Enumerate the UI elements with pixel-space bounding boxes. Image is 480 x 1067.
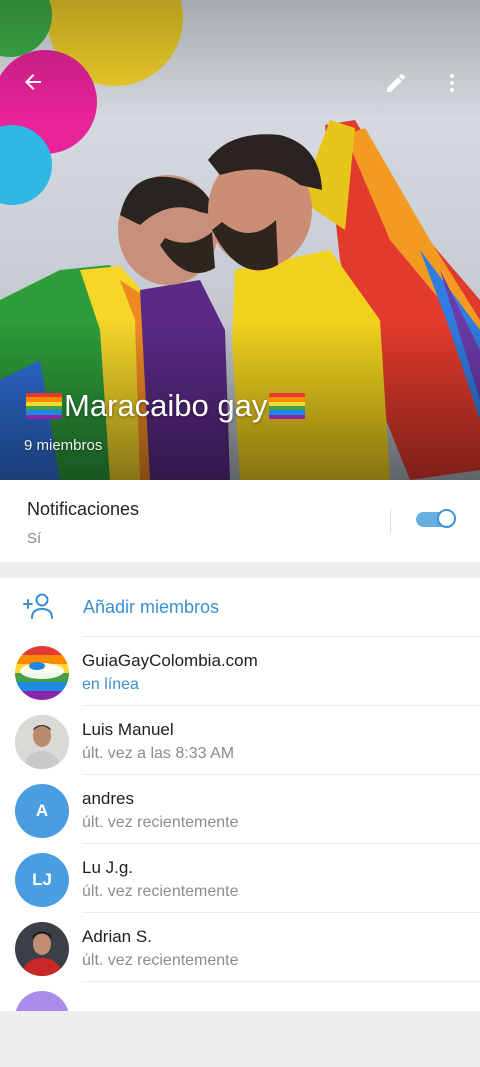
member-status: en línea xyxy=(82,676,139,693)
member-name: Luis Manuel xyxy=(82,720,174,739)
group-header-photo: Maracaibo gay 9 miembros xyxy=(0,0,480,480)
back-arrow-icon xyxy=(25,74,41,90)
member-name: Lu J.g. xyxy=(82,858,134,877)
group-title-text: Maracaibo gay xyxy=(64,388,268,423)
members-list: Añadir miembros GuiaGayColombia.com en l… xyxy=(0,578,480,1011)
member-status: últ. vez recientemente xyxy=(82,952,239,969)
avatar: A xyxy=(15,784,69,838)
pencil-icon xyxy=(387,73,406,92)
avatar-initials: LJ xyxy=(32,870,52,889)
group-title: Maracaibo gay xyxy=(24,388,307,424)
avatar xyxy=(15,715,69,769)
edit-button[interactable] xyxy=(372,59,420,107)
member-row[interactable]: GuiaGayColombia.com en línea xyxy=(0,636,480,705)
avatar xyxy=(15,991,69,1011)
member-name: andres xyxy=(82,789,134,808)
member-status: últ. vez a las 8:33 AM xyxy=(82,745,235,762)
bottom-background xyxy=(0,1011,480,1067)
add-user-icon xyxy=(23,593,53,619)
member-row[interactable]: Luis Manuel últ. vez a las 8:33 AM xyxy=(0,705,480,774)
add-members-button[interactable]: Añadir miembros xyxy=(0,578,480,636)
member-name: Adrian S. xyxy=(82,927,152,946)
notifications-toggle[interactable] xyxy=(416,509,456,528)
avatar-initials: A xyxy=(35,801,49,820)
toggle-knob xyxy=(437,509,456,528)
rainbow-flag-icon xyxy=(269,393,306,419)
notifications-row[interactable]: Notificaciones Sí xyxy=(0,480,480,562)
more-options-button[interactable] xyxy=(428,59,476,107)
member-status: últ. vez recientemente xyxy=(82,883,239,900)
back-button[interactable] xyxy=(9,58,57,106)
more-vert-icon xyxy=(450,74,454,92)
member-row[interactable]: Adrian S. últ. vez recientemente xyxy=(0,912,480,981)
member-row[interactable]: LJ Lu J.g. últ. vez recientemente xyxy=(0,843,480,912)
member-name: GuiaGayColombia.com xyxy=(82,651,258,670)
member-row-partial[interactable] xyxy=(0,981,480,1011)
avatar: LJ xyxy=(15,853,69,907)
avatar xyxy=(15,646,69,700)
rainbow-flag-icon xyxy=(26,393,62,419)
notifications-value: Sí xyxy=(27,530,42,547)
section-gap xyxy=(0,562,480,578)
member-status: últ. vez recientemente xyxy=(82,814,239,831)
member-row[interactable]: A andres últ. vez recientemente xyxy=(0,774,480,843)
divider xyxy=(390,509,391,533)
notifications-label: Notificaciones xyxy=(27,499,140,519)
add-members-label: Añadir miembros xyxy=(83,597,220,617)
avatar xyxy=(15,922,69,976)
members-count: 9 miembros xyxy=(24,437,103,454)
